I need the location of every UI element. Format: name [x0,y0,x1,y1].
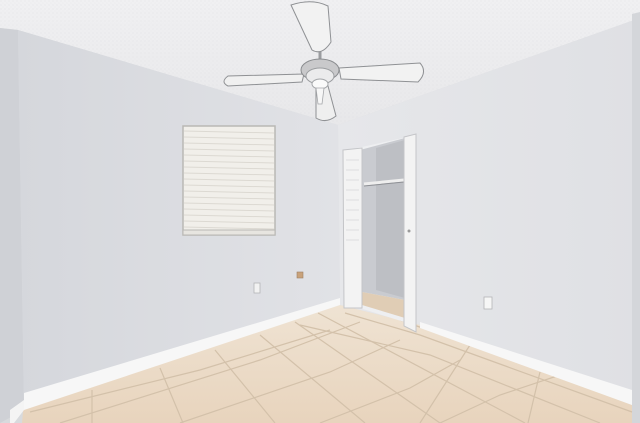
empty-bedroom-photo [0,0,640,423]
right-edge-wall [632,12,640,423]
closet [342,133,417,333]
left-bifold-door [342,147,363,309]
window-blinds [182,125,276,236]
wall-outlet-icon [483,296,493,310]
cable-jack-icon [296,271,304,279]
right-bifold-door [403,133,417,333]
wall-outlet-icon [253,282,261,294]
room-illustration [0,0,640,423]
